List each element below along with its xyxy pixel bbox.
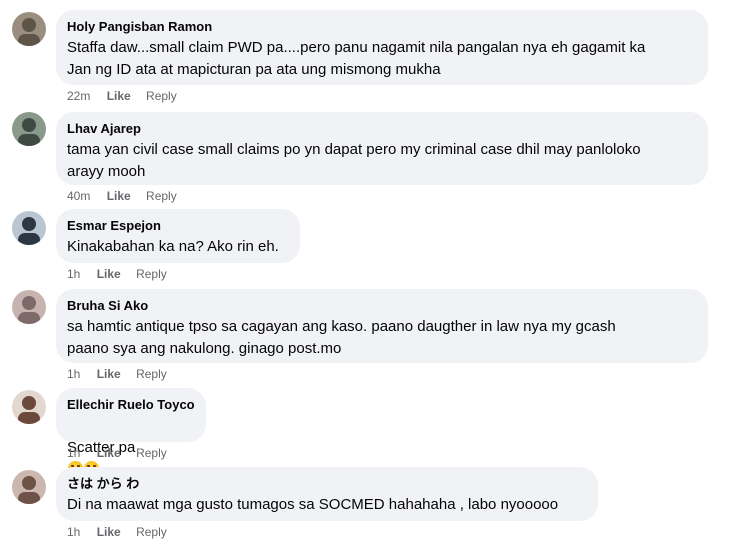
comment-author[interactable]: Lhav Ajarep: [67, 120, 696, 137]
comment-item: さは から わ Di na maawat mga gusto tumagos s…: [0, 467, 750, 544]
comment-item: Holy Pangisban Ramon Staffa daw...small …: [0, 8, 750, 108]
reply-button[interactable]: Reply: [136, 524, 167, 540]
comment-author[interactable]: Bruha Si Ako: [67, 297, 696, 314]
comment-time[interactable]: 22m: [67, 88, 90, 104]
avatar[interactable]: [12, 290, 46, 324]
avatar[interactable]: [12, 112, 46, 146]
comment-text: Kinakabahan ka na? Ako rin eh.: [67, 238, 279, 255]
comment-author[interactable]: さは から わ: [67, 475, 586, 492]
comment-time[interactable]: 40m: [67, 188, 90, 204]
comment-text: Staffa daw...small claim PWD pa....pero …: [67, 39, 646, 78]
comment-author[interactable]: Ellechir Ruelo Toyco: [67, 396, 195, 413]
comment-bubble: さは から わ Di na maawat mga gusto tumagos s…: [56, 467, 598, 521]
comment-time[interactable]: 1h: [67, 524, 80, 540]
comment-thread: Holy Pangisban Ramon Staffa daw...small …: [0, 0, 750, 544]
comment-actions: 22m Like Reply: [67, 88, 177, 104]
comment-bubble: Ellechir Ruelo Toyco Scatter pa: [56, 388, 206, 476]
comment-item: Bruha Si Ako sa hamtic antique tpso sa c…: [0, 287, 750, 385]
reply-button[interactable]: Reply: [136, 366, 167, 382]
comment-item: Lhav Ajarep tama yan civil case small cl…: [0, 112, 750, 204]
like-button[interactable]: Like: [107, 188, 131, 204]
comment-actions: 1h Like Reply: [67, 445, 167, 461]
comment-actions: 1h Like Reply: [67, 266, 167, 282]
comment-bubble: Esmar Espejon Kinakabahan ka na? Ako rin…: [56, 209, 300, 263]
comment-text: Di na maawat mga gusto tumagos sa SOCMED…: [67, 496, 559, 513]
reply-button[interactable]: Reply: [136, 266, 167, 282]
comment-bubble: Holy Pangisban Ramon Staffa daw...small …: [56, 10, 708, 85]
avatar[interactable]: [12, 12, 46, 46]
reply-button[interactable]: Reply: [136, 445, 167, 461]
comment-bubble: Lhav Ajarep tama yan civil case small cl…: [56, 112, 708, 185]
avatar[interactable]: [12, 211, 46, 245]
avatar[interactable]: [12, 470, 46, 504]
reply-button[interactable]: Reply: [146, 88, 177, 104]
like-button[interactable]: Like: [97, 524, 121, 540]
comment-author[interactable]: Holy Pangisban Ramon: [67, 18, 696, 35]
comment-text: sa hamtic antique tpso sa cagayan ang ka…: [67, 318, 616, 357]
comment-actions: 1h Like Reply: [67, 524, 167, 540]
comment-actions: 1h Like Reply: [67, 366, 167, 382]
like-button[interactable]: Like: [107, 88, 131, 104]
avatar[interactable]: [12, 390, 46, 424]
comment-time[interactable]: 1h: [67, 445, 80, 461]
comment-item: Ellechir Ruelo Toyco Scatter pa 1h Like …: [0, 388, 750, 476]
comment-time[interactable]: 1h: [67, 266, 80, 282]
comment-author[interactable]: Esmar Espejon: [67, 217, 288, 234]
like-button[interactable]: Like: [97, 266, 121, 282]
like-button[interactable]: Like: [97, 366, 121, 382]
like-button[interactable]: Like: [97, 445, 121, 461]
comment-actions: 40m Like Reply: [67, 188, 177, 204]
reply-button[interactable]: Reply: [146, 188, 177, 204]
comment-bubble: Bruha Si Ako sa hamtic antique tpso sa c…: [56, 289, 708, 363]
comment-time[interactable]: 1h: [67, 366, 80, 382]
comment-item: Esmar Espejon Kinakabahan ka na? Ako rin…: [0, 209, 750, 287]
comment-text: tama yan civil case small claims po yn d…: [67, 141, 641, 180]
